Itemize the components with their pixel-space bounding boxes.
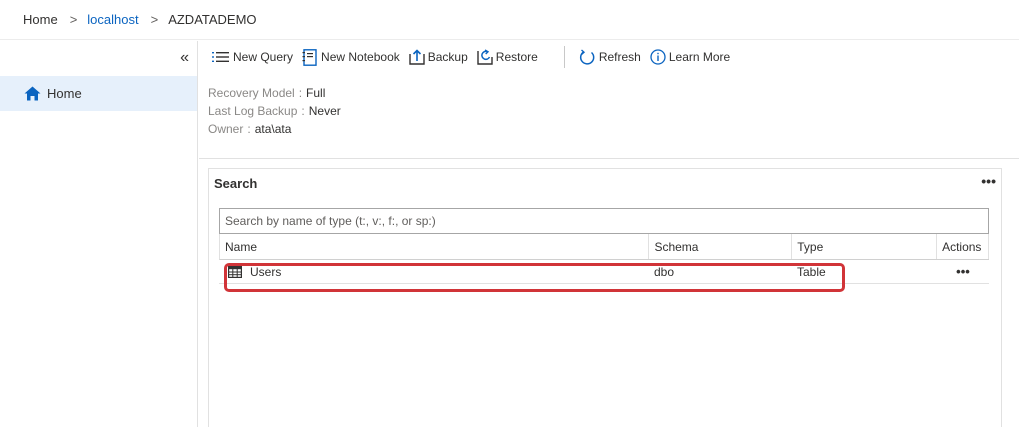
home-icon bbox=[24, 86, 41, 101]
refresh-label: Refresh bbox=[598, 50, 641, 64]
search-widget: Search ••• Name Schema Type Actions User… bbox=[208, 168, 1002, 427]
column-header-name[interactable]: Name bbox=[220, 234, 650, 259]
cell-type: Table bbox=[797, 264, 826, 279]
row-name: Users bbox=[250, 264, 282, 279]
sidebar-item-label: Home bbox=[47, 86, 82, 101]
property-key: Owner bbox=[208, 122, 244, 136]
breadcrumb-localhost[interactable]: localhost bbox=[87, 12, 138, 27]
property-value: Full bbox=[306, 86, 326, 100]
restore-button[interactable]: Restore bbox=[477, 49, 538, 65]
refresh-button[interactable]: Refresh bbox=[579, 48, 641, 66]
property-colon: : bbox=[247, 122, 251, 136]
property-key: Recovery Model bbox=[208, 86, 295, 100]
collapse-sidebar-icon[interactable]: « bbox=[180, 50, 189, 66]
notebook-icon bbox=[302, 48, 317, 66]
backup-label: Backup bbox=[427, 50, 468, 64]
chevron-right-icon: > bbox=[69, 12, 78, 27]
table-header: Name Schema Type Actions bbox=[219, 234, 989, 260]
table-row[interactable]: Users dbo Table ••• bbox=[219, 260, 989, 284]
new-query-icon bbox=[212, 52, 229, 62]
learn-more-label: Learn More bbox=[668, 50, 731, 64]
row-actions-icon[interactable]: ••• bbox=[937, 260, 989, 283]
property-value: Never bbox=[308, 104, 341, 118]
cell-name: Users bbox=[219, 260, 649, 283]
cell-schema: dbo bbox=[654, 264, 675, 279]
property-value: ata\ata bbox=[254, 122, 292, 136]
info-icon bbox=[650, 49, 666, 65]
breadcrumb-home[interactable]: Home bbox=[23, 12, 58, 27]
backup-icon bbox=[409, 49, 425, 65]
sidebar: « Home bbox=[0, 41, 198, 427]
toolbar-divider bbox=[563, 46, 565, 68]
new-notebook-label: New Notebook bbox=[321, 50, 400, 64]
property-last-log-backup: Last Log Backup: Never bbox=[208, 102, 341, 120]
toolbar: New Query New Notebook Backup Restore Re… bbox=[199, 41, 1019, 73]
database-properties: Recovery Model: Full Last Log Backup: Neve… bbox=[208, 84, 341, 138]
search-input[interactable] bbox=[219, 208, 989, 234]
more-options-icon[interactable]: ••• bbox=[981, 173, 996, 189]
column-header-actions: Actions bbox=[937, 234, 989, 259]
sidebar-item-home[interactable]: Home bbox=[0, 76, 197, 111]
backup-button[interactable]: Backup bbox=[409, 49, 468, 65]
search-results-table: Name Schema Type Actions Users dbo Table… bbox=[219, 234, 989, 284]
property-colon: : bbox=[301, 104, 305, 118]
property-owner: Owner: ata\ata bbox=[208, 120, 341, 138]
refresh-icon bbox=[579, 48, 595, 65]
restore-label: Restore bbox=[495, 50, 538, 64]
property-key: Last Log Backup bbox=[208, 104, 298, 118]
properties-divider bbox=[199, 158, 1019, 159]
property-colon: : bbox=[298, 86, 303, 100]
column-header-type[interactable]: Type bbox=[792, 234, 938, 259]
breadcrumb-database: AZDATADEMO bbox=[168, 12, 257, 27]
new-query-button[interactable]: New Query bbox=[211, 50, 293, 64]
new-notebook-button[interactable]: New Notebook bbox=[302, 48, 400, 66]
property-recovery-model: Recovery Model: Full bbox=[208, 84, 341, 102]
table-icon bbox=[228, 265, 242, 278]
column-header-schema[interactable]: Schema bbox=[649, 234, 793, 259]
learn-more-button[interactable]: Learn More bbox=[650, 49, 730, 65]
chevron-right-icon: > bbox=[150, 12, 159, 27]
search-widget-title: Search bbox=[214, 176, 258, 191]
new-query-label: New Query bbox=[233, 50, 294, 64]
restore-icon bbox=[477, 49, 493, 65]
breadcrumb: Home > localhost > AZDATADEMO bbox=[0, 0, 1019, 40]
